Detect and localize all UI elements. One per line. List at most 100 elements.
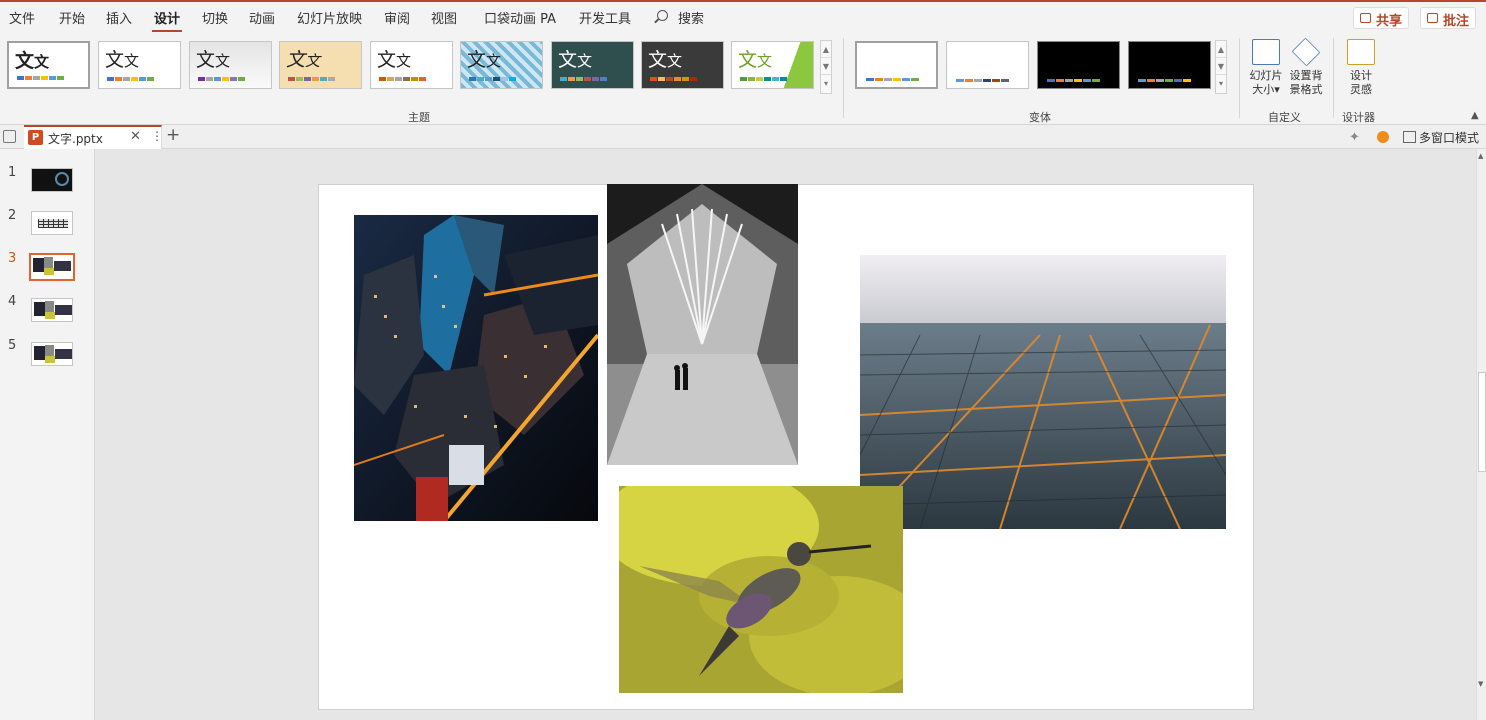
thumbnail-photo [34, 302, 45, 316]
slide-thumbnail-4[interactable] [31, 298, 73, 322]
variant-2[interactable] [946, 41, 1029, 89]
menu-transitions[interactable]: 切换 [202, 8, 228, 27]
collapse-ribbon-icon[interactable]: ▲ [1471, 110, 1479, 121]
group-divider [1333, 38, 1334, 118]
theme-sample-char: 文 [34, 53, 50, 71]
format-background-icon [1291, 37, 1321, 67]
slide-thumbnail-5[interactable] [31, 342, 73, 366]
vertical-scrollbar[interactable]: ▲ ▼ [1476, 149, 1486, 720]
thumbnail-photo [45, 312, 55, 319]
menu-pocket-animation[interactable]: 口袋动画 PA [484, 8, 556, 27]
theme-sample-char: 文 [577, 52, 593, 70]
theme-sample-char: 文 [738, 49, 758, 71]
scrollbar-thumb[interactable] [1478, 372, 1486, 472]
format-background-button[interactable]: 设置背 景格式 [1286, 37, 1326, 97]
document-tab-strip: P 文字.pptx ✕ ⋮ + ✦ 多窗口模式 [0, 125, 1486, 149]
design-ideas-label: 设计 [1350, 69, 1372, 82]
settings-icon[interactable] [1377, 131, 1389, 143]
scroll-up-icon[interactable]: ▲ [1216, 41, 1226, 58]
close-icon[interactable]: ✕ [130, 129, 141, 144]
aerial-city-photo[interactable] [860, 255, 1226, 529]
theme-color-bars [740, 77, 787, 81]
scroll-down-icon[interactable]: ▼ [1216, 58, 1226, 75]
theme-color-bars [560, 77, 607, 81]
theme-sample-char: 文 [305, 52, 321, 70]
museum-interior-photo[interactable] [607, 184, 798, 465]
menu-insert[interactable]: 插入 [106, 8, 132, 27]
theme-6[interactable]: 文文 [460, 41, 543, 89]
scroll-up-icon[interactable]: ▲ [1478, 152, 1483, 160]
theme-office[interactable]: 文文 [7, 41, 90, 89]
document-tab-title: 文字.pptx [48, 132, 103, 146]
theme-sample-char: 文 [377, 49, 397, 71]
theme-7[interactable]: 文文 [551, 41, 634, 89]
theme-color-bars [107, 77, 154, 81]
slide-thumbnail-2[interactable] [31, 211, 73, 235]
comments-label: 批注 [1443, 14, 1470, 29]
thumbnail-photo [55, 349, 72, 359]
hummingbird-graphic [619, 486, 903, 693]
tab-menu-icon[interactable]: ⋮ [151, 129, 163, 143]
scroll-down-icon[interactable]: ▼ [821, 58, 831, 75]
variant-4[interactable] [1128, 41, 1211, 89]
theme-2[interactable]: 文文 [98, 41, 181, 89]
slide-number: 4 [8, 294, 17, 309]
theme-sample: 文文 [738, 45, 772, 72]
new-tab-icon[interactable]: + [166, 125, 180, 145]
theme-3[interactable]: 文文 [189, 41, 272, 89]
search-icon[interactable] [657, 10, 668, 21]
menu-developer[interactable]: 开发工具 [579, 8, 631, 27]
gallery-more-icon[interactable]: ▾ [1216, 75, 1226, 92]
theme-4[interactable]: 文文 [279, 41, 362, 89]
night-city-photo[interactable] [354, 215, 598, 521]
slide-size-icon [1252, 39, 1280, 65]
search-box[interactable]: 搜索 [678, 8, 704, 27]
menu-view[interactable]: 视图 [431, 8, 457, 27]
theme-color-bars [650, 77, 697, 81]
slide-thumbnail-3[interactable] [29, 253, 75, 281]
variant-color-bars [1138, 79, 1191, 82]
scroll-up-icon[interactable]: ▲ [821, 41, 831, 58]
group-divider [843, 38, 844, 118]
theme-9[interactable]: 文文 [731, 41, 814, 89]
variant-3[interactable] [1037, 41, 1120, 89]
thumbnail-circle-graphic [55, 172, 69, 186]
menu-design[interactable]: 设计 [151, 8, 183, 33]
slide-size-button[interactable]: 幻灯片 大小▾ [1246, 39, 1286, 97]
share-label: 共享 [1376, 14, 1403, 29]
theme-8[interactable]: 文文 [641, 41, 724, 89]
variant-1[interactable] [855, 41, 938, 89]
menu-review[interactable]: 审阅 [384, 8, 410, 27]
menu-home[interactable]: 开始 [59, 8, 85, 27]
gallery-more-icon[interactable]: ▾ [821, 75, 831, 92]
thumbnail-photo [45, 356, 55, 363]
theme-color-bars [469, 77, 516, 81]
ribbon-design: 文文 文文 文文 文文 文文 文文 文文 文文 文文 ▲ ▼ ▾ 主题 ▲ ▼ … [0, 32, 1486, 125]
menu-slideshow[interactable]: 幻灯片放映 [297, 8, 362, 27]
themes-gallery-scroll[interactable]: ▲ ▼ ▾ [820, 40, 832, 94]
slide-number: 1 [8, 165, 17, 180]
theme-sample: 文文 [377, 45, 411, 72]
scroll-down-icon[interactable]: ▼ [1478, 680, 1483, 688]
multiwindow-mode-button[interactable]: 多窗口模式 [1403, 129, 1479, 146]
thumbnail-photo [44, 268, 54, 275]
theme-sample: 文文 [467, 45, 501, 72]
slide-thumbnail-1[interactable] [31, 168, 73, 192]
theme-sample: 文文 [15, 46, 49, 73]
document-tab[interactable]: P 文字.pptx ✕ ⋮ [24, 125, 163, 149]
pin-icon[interactable]: ✦ [1349, 130, 1363, 145]
design-ideas-button[interactable]: 设计 灵感 [1341, 39, 1381, 97]
home-icon[interactable] [3, 130, 16, 143]
theme-sample-char: 文 [667, 52, 683, 70]
hummingbird-photo[interactable] [619, 486, 903, 693]
menu-file[interactable]: 文件 [9, 8, 35, 27]
museum-interior-graphic [607, 184, 798, 465]
variants-gallery-scroll[interactable]: ▲ ▼ ▾ [1215, 40, 1227, 94]
share-button[interactable]: 共享 [1353, 7, 1410, 29]
theme-sample-char: 文 [558, 49, 578, 71]
menu-animations[interactable]: 动画 [249, 8, 275, 27]
thumbnail-photo [33, 258, 44, 272]
theme-5[interactable]: 文文 [370, 41, 453, 89]
menu-bar: 文件 开始 插入 设计 切换 动画 幻灯片放映 审阅 视图 口袋动画 PA 开发… [0, 0, 1486, 33]
comments-button[interactable]: 批注 [1420, 7, 1477, 29]
